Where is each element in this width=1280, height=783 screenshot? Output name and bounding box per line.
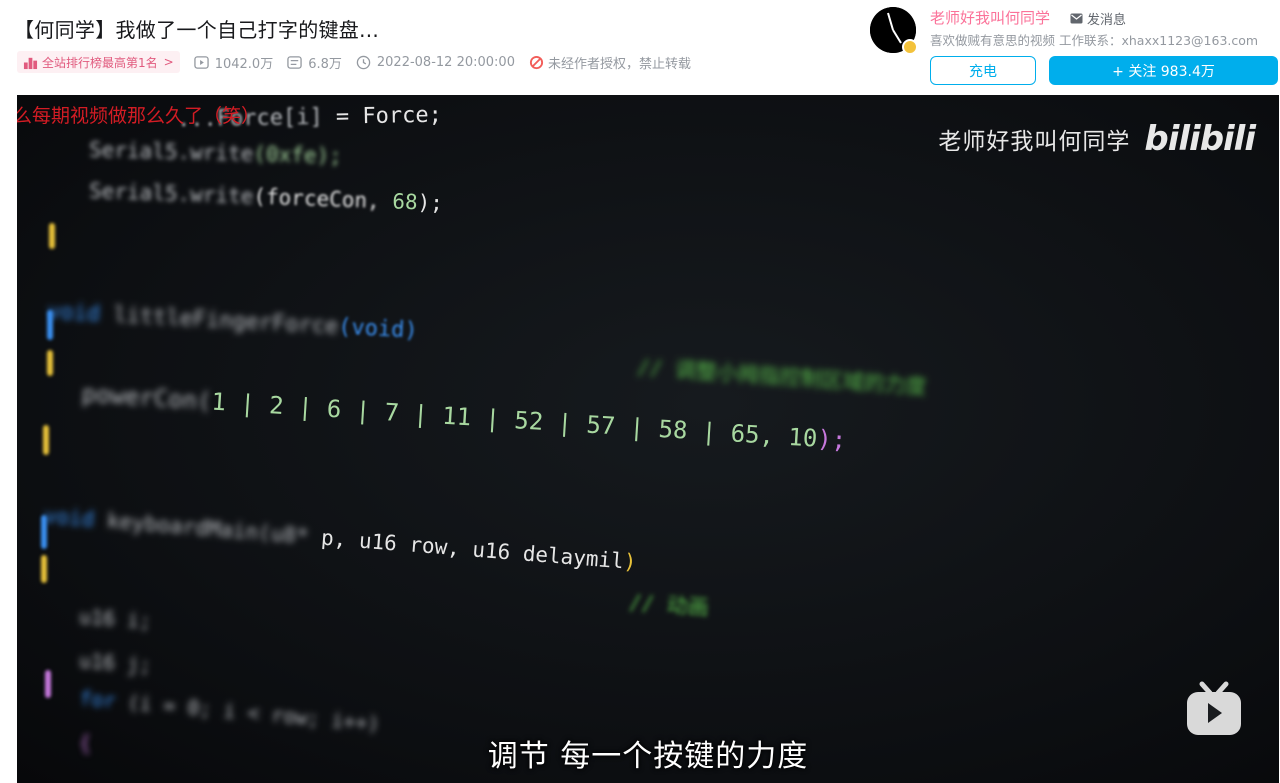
no-repost-icon	[529, 55, 544, 69]
rank-badge-label: 全站排行榜最高第1名	[42, 55, 158, 70]
charge-button[interactable]: 充电	[930, 56, 1036, 85]
uploader-name[interactable]: 老师好我叫何同学	[930, 7, 1050, 28]
view-count-text: 1042.0万	[214, 56, 274, 72]
code-gutter-marker	[49, 223, 55, 249]
code-line: u16 i;	[78, 604, 152, 634]
rank-badge[interactable]: 全站排行榜最高第1名 >	[17, 51, 180, 73]
watermark-name: 老师好我叫何同学	[938, 129, 1131, 155]
view-count: 1042.0万	[193, 53, 274, 72]
code-gutter-marker	[47, 350, 53, 376]
channel-watermark: 老师好我叫何同学 bilibili	[938, 119, 1256, 159]
code-line: u16 j;	[78, 648, 152, 678]
uploader-avatar[interactable]	[870, 7, 918, 55]
rank-chart-icon	[23, 57, 38, 69]
scrolling-danmaku: 么每期视频做那么久了（笑）	[17, 105, 261, 127]
video-player[interactable]: ...Force[i] = Force; Serial5.write(0xfe)…	[17, 95, 1279, 783]
video-meta-bar: 全站排行榜最高第1名 > 1042.0万 6.8万 2022-08-12 20:…	[17, 51, 691, 73]
code-gutter-marker	[43, 425, 49, 455]
chevron-right-icon: >	[163, 55, 174, 69]
bilibili-tv-play-icon[interactable]	[1184, 680, 1244, 738]
code-line: powerCon(1 | 2 | 6 | 7 | 11 | 52 | 57 | …	[80, 379, 847, 455]
code-line: void littleFingerForce(void)	[46, 299, 419, 344]
send-message-link[interactable]: 发消息	[1070, 9, 1126, 28]
video-subtitle: 调节 每一个按键的力度	[487, 739, 809, 774]
mail-icon	[1070, 13, 1083, 24]
follow-button[interactable]: + 关注 983.4万	[1049, 56, 1278, 85]
publish-time-text: 2022-08-12 20:00:00	[376, 54, 515, 70]
code-gutter-marker	[41, 555, 47, 583]
code-line: for (i = 0; i < row; i++)	[78, 685, 381, 737]
code-line: Serial5.write(0xfe);	[88, 137, 343, 169]
play-count-icon	[193, 55, 209, 69]
send-message-label: 发消息	[1087, 13, 1127, 28]
verified-badge-icon	[902, 39, 918, 55]
copyright-notice: 未经作者授权，禁止转载	[529, 53, 691, 72]
danmaku-count: 6.8万	[287, 53, 342, 72]
danmaku-count-text: 6.8万	[308, 56, 342, 72]
bilibili-logo: bilibili	[1144, 119, 1256, 159]
danmaku-icon	[287, 55, 302, 69]
publish-time: 2022-08-12 20:00:00	[356, 55, 515, 70]
clock-icon	[356, 55, 371, 69]
code-line: void keyboardMain(u8* p, u16 row, u16 de…	[42, 503, 638, 575]
video-title: 【何同学】我做了一个自己打字的键盘...	[14, 18, 380, 42]
copyright-notice-text: 未经作者授权，禁止转载	[547, 56, 691, 72]
code-line: Serial5.write(forceCon, 68);	[88, 178, 444, 216]
code-comment: // 动画	[628, 590, 710, 620]
code-gutter-marker	[45, 670, 51, 698]
code-comment: // 调整小拇指控制区域的力度	[636, 354, 928, 400]
uploader-description: 喜欢做贼有意思的视频 工作联系：xhaxx1123@163.com	[930, 33, 1259, 48]
